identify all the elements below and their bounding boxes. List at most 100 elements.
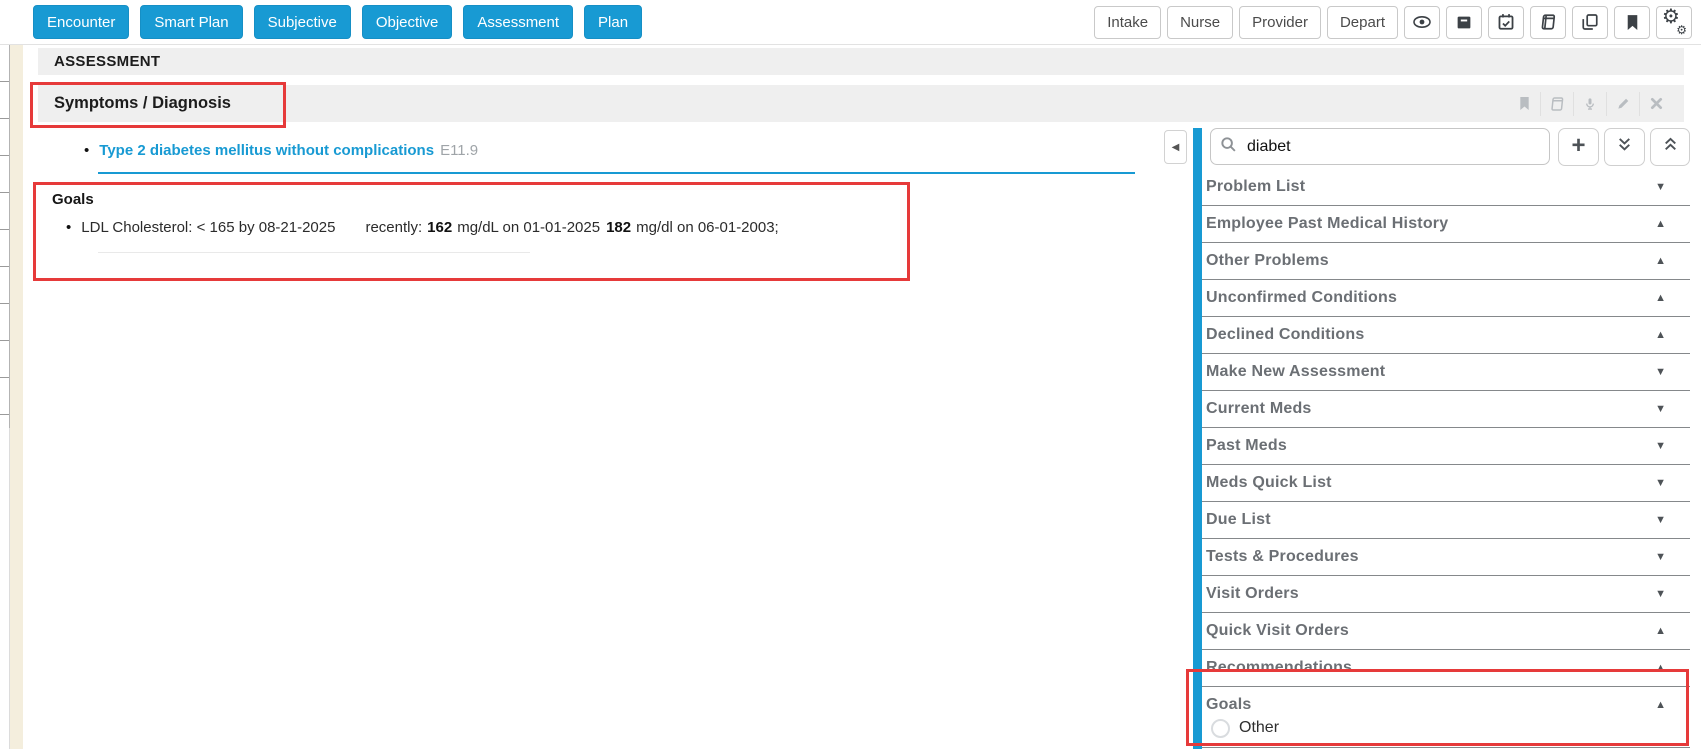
chevron-icon[interactable]: ▼ bbox=[1655, 440, 1666, 452]
sidebar-section-current-meds[interactable]: Current Meds ▼ bbox=[1202, 391, 1690, 428]
encounter-nav: Encounter Smart Plan Subjective Objective As… bbox=[33, 5, 643, 39]
sidebar-section-quick-visit-orders[interactable]: Quick Visit Orders ▲ bbox=[1202, 613, 1690, 650]
calendar-check-icon bbox=[1497, 13, 1515, 31]
sidebar-section-label: Meds Quick List bbox=[1206, 474, 1332, 491]
goal-options: Other bbox=[1202, 709, 1690, 748]
search-icon bbox=[1220, 136, 1237, 158]
sidebar-section-label: Declined Conditions bbox=[1206, 326, 1365, 343]
bookmark-button[interactable] bbox=[1614, 5, 1650, 39]
nav-button-smart-plan[interactable]: Smart Plan bbox=[140, 5, 243, 39]
sidebar-section-label: Quick Visit Orders bbox=[1206, 622, 1349, 639]
nav-button-plan[interactable]: Plan bbox=[584, 5, 643, 39]
sidebar-section-visit-orders[interactable]: Visit Orders ▼ bbox=[1202, 576, 1690, 613]
calendar-button[interactable] bbox=[1488, 5, 1524, 39]
chevron-icon[interactable]: ▲ bbox=[1655, 329, 1666, 341]
chevron-icon[interactable]: ▲ bbox=[1655, 218, 1666, 230]
diagnosis-row-underline bbox=[98, 172, 1135, 174]
sidebar-section-meds-quick-list[interactable]: Meds Quick List ▼ bbox=[1202, 465, 1690, 502]
chevron-icon[interactable]: ▼ bbox=[1655, 403, 1666, 415]
pencil-icon[interactable] bbox=[1606, 91, 1639, 116]
stage-button-provider[interactable]: Provider bbox=[1239, 5, 1321, 39]
page-title: ASSESSMENT bbox=[54, 53, 161, 70]
sidebar-section-label: Make New Assessment bbox=[1206, 363, 1386, 380]
top-toolbar: Encounter Smart Plan Subjective Objective As… bbox=[0, 0, 1701, 45]
book-button[interactable] bbox=[1530, 5, 1566, 39]
goal-list-item[interactable]: • LDL Cholesterol: < 165 by 08-21-2025 rec… bbox=[66, 219, 780, 236]
stage-button-nurse[interactable]: Nurse bbox=[1167, 5, 1234, 39]
copy-pages-icon bbox=[1581, 13, 1599, 31]
plus-icon: + bbox=[1571, 132, 1586, 159]
chevron-icon[interactable]: ▲ bbox=[1655, 292, 1666, 304]
microphone-icon[interactable] bbox=[1573, 91, 1606, 116]
symptoms-diagnosis-panel-header: Symptoms / Diagnosis bbox=[38, 85, 1684, 122]
sidebar-section-recommendations[interactable]: Recommendations ▲ bbox=[1202, 650, 1690, 687]
sidebar-section-employee-past-medical-history[interactable]: Employee Past Medical History ▲ bbox=[1202, 206, 1690, 243]
eye-button[interactable] bbox=[1404, 5, 1440, 39]
chevron-icon[interactable]: ▼ bbox=[1655, 181, 1666, 193]
chevron-icon[interactable]: ▼ bbox=[1655, 551, 1666, 563]
chevron-icon[interactable]: ▼ bbox=[1655, 477, 1666, 489]
close-icon[interactable] bbox=[1639, 91, 1672, 116]
goal-reading-detail: mg/dl on 06-01-2003; bbox=[636, 219, 779, 236]
panel-icon-toolbar bbox=[1508, 85, 1672, 122]
sidebar-section-tests-procedures[interactable]: Tests & Procedures ▼ bbox=[1202, 539, 1690, 576]
sidebar-section-label: Other Problems bbox=[1206, 252, 1329, 269]
stage-button-intake[interactable]: Intake bbox=[1094, 5, 1162, 39]
bullet: • bbox=[66, 219, 72, 236]
expand-all-button[interactable] bbox=[1650, 128, 1690, 166]
sidebar-section-past-meds[interactable]: Past Meds ▼ bbox=[1202, 428, 1690, 465]
double-chevron-up-icon bbox=[1662, 136, 1679, 158]
copy-button[interactable] bbox=[1572, 5, 1608, 39]
goal-option-other[interactable]: Other bbox=[1202, 709, 1690, 748]
collapse-all-button[interactable] bbox=[1604, 128, 1645, 166]
goal-reading-detail: mg/dL on 01-01-2025 bbox=[457, 219, 601, 236]
collapsed-left-panel-edge bbox=[0, 428, 10, 749]
sidebar-section-label: Unconfirmed Conditions bbox=[1206, 289, 1398, 306]
nav-button-assessment[interactable]: Assessment bbox=[463, 5, 574, 39]
nav-button-objective[interactable]: Objective bbox=[361, 5, 453, 39]
assessment-section-header: ASSESSMENT bbox=[38, 48, 1684, 75]
chevron-icon[interactable]: ▼ bbox=[1655, 366, 1666, 378]
sidebar-collapse-button[interactable]: ◀ bbox=[1164, 130, 1187, 164]
sidebar-search bbox=[1210, 128, 1550, 165]
double-chevron-down-icon bbox=[1616, 136, 1633, 158]
book-icon bbox=[1539, 13, 1557, 31]
goal-option-label: Other bbox=[1239, 719, 1280, 736]
sidebar-section-label: Employee Past Medical History bbox=[1206, 215, 1449, 232]
sidebar-section-due-list[interactable]: Due List ▼ bbox=[1202, 502, 1690, 539]
left-accent-rail bbox=[10, 45, 23, 749]
sidebar-section-problem-list[interactable]: Problem List ▼ bbox=[1202, 169, 1690, 206]
diagnosis-list-item[interactable]: • Type 2 diabetes mellitus without compli… bbox=[84, 142, 478, 159]
radio-button[interactable] bbox=[1211, 718, 1230, 738]
chevron-icon[interactable]: ▲ bbox=[1655, 625, 1666, 637]
bookmark-icon bbox=[1625, 14, 1640, 31]
goals-heading: Goals bbox=[52, 191, 94, 208]
stage-button-depart[interactable]: Depart bbox=[1326, 5, 1398, 39]
diagnosis-name-link[interactable]: Type 2 diabetes mellitus without complic… bbox=[99, 142, 434, 159]
chevron-icon[interactable]: ▲ bbox=[1655, 255, 1666, 267]
archive-button[interactable] bbox=[1446, 5, 1482, 39]
sidebar-section-label: Past Meds bbox=[1206, 437, 1287, 454]
nav-button-encounter[interactable]: Encounter bbox=[33, 5, 130, 39]
sidebar-section-label: Due List bbox=[1206, 511, 1271, 528]
bookmark-icon[interactable] bbox=[1508, 92, 1540, 116]
sidebar-section-list: Problem List ▼ Employee Past Medical His… bbox=[1202, 169, 1690, 724]
book-icon[interactable] bbox=[1540, 91, 1573, 116]
goal-recent-label: recently: bbox=[365, 219, 423, 236]
add-button[interactable]: + bbox=[1558, 128, 1599, 166]
panel-title: Symptoms / Diagnosis bbox=[54, 94, 231, 112]
sidebar-section-make-new-assessment[interactable]: Make New Assessment ▼ bbox=[1202, 354, 1690, 391]
search-input[interactable] bbox=[1245, 136, 1519, 157]
sidebar-section-other-problems[interactable]: Other Problems ▲ bbox=[1202, 243, 1690, 280]
chevron-icon[interactable]: ▼ bbox=[1655, 588, 1666, 600]
sidebar-section-declined-conditions[interactable]: Declined Conditions ▲ bbox=[1202, 317, 1690, 354]
sidebar-section-label: Visit Orders bbox=[1206, 585, 1299, 602]
diagnosis-code: E11.9 bbox=[440, 142, 479, 159]
chevron-icon[interactable]: ▲ bbox=[1655, 662, 1666, 674]
settings-button[interactable]: ⚙ ⚙ bbox=[1656, 5, 1692, 39]
chevron-icon[interactable]: ▼ bbox=[1655, 514, 1666, 526]
sidebar-section-unconfirmed-conditions[interactable]: Unconfirmed Conditions ▲ bbox=[1202, 280, 1690, 317]
sidebar-section-label: Tests & Procedures bbox=[1206, 548, 1359, 565]
sidebar-section-label: Current Meds bbox=[1206, 400, 1312, 417]
nav-button-subjective[interactable]: Subjective bbox=[253, 5, 351, 39]
